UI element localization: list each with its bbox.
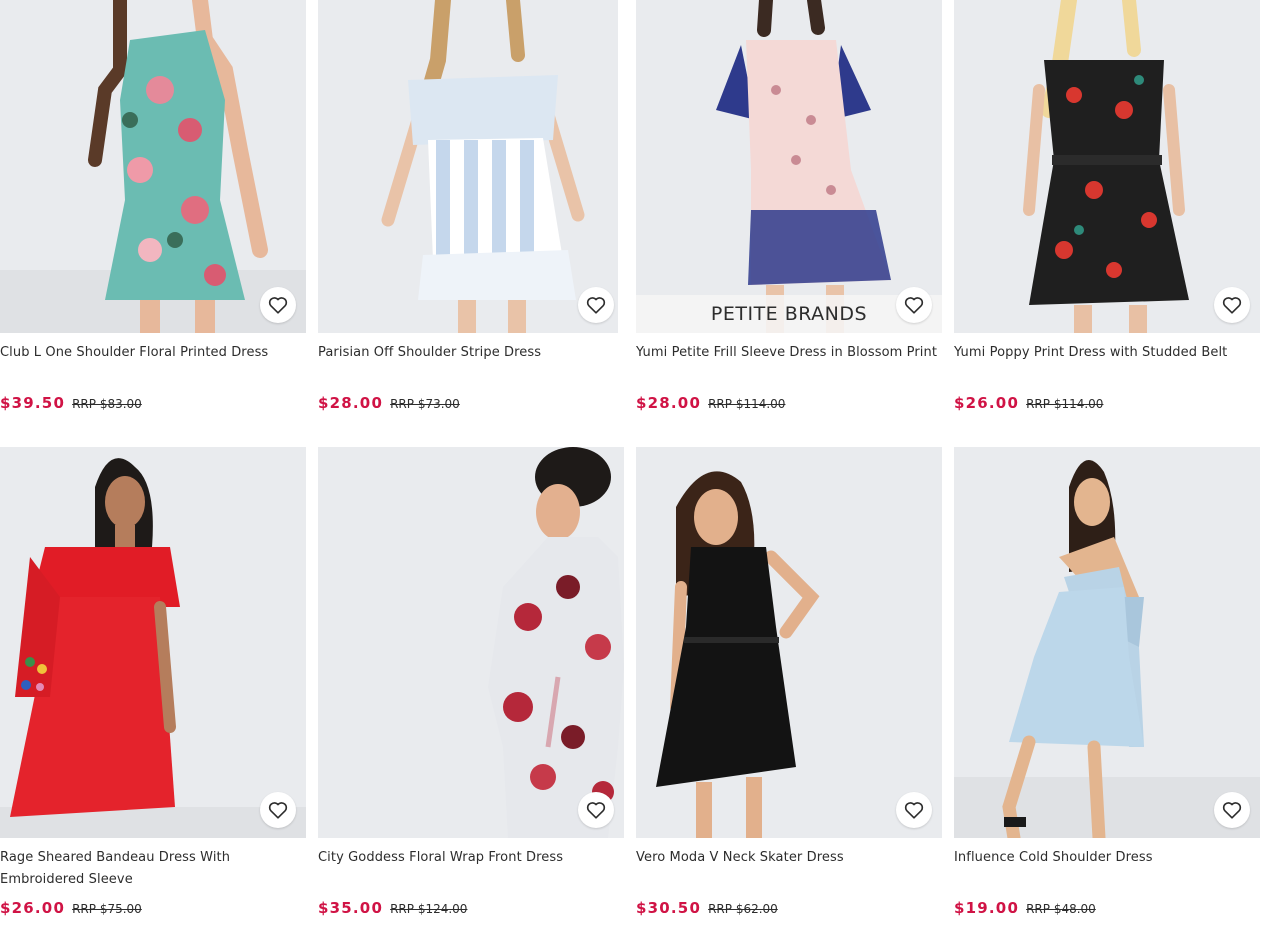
- sale-price: $19.00: [954, 899, 1020, 917]
- price-row: $26.00 RRP $114.00: [954, 394, 1103, 412]
- product-title[interactable]: City Goddess Floral Wrap Front Dress: [318, 847, 624, 893]
- product-title[interactable]: Club L One Shoulder Floral Printed Dress: [0, 342, 306, 388]
- sale-price: $39.50: [0, 394, 66, 412]
- save-for-later-button[interactable]: [260, 792, 296, 828]
- sale-price: $26.00: [954, 394, 1020, 412]
- product-card[interactable]: Club L One Shoulder Floral Printed Dress…: [0, 0, 306, 412]
- heart-outline-icon: [904, 802, 924, 819]
- rrp-price: RRP $114.00: [1026, 397, 1104, 411]
- save-for-later-button[interactable]: [1214, 287, 1250, 323]
- heart-outline-icon: [586, 297, 606, 314]
- sale-price: $26.00: [0, 899, 66, 917]
- product-card[interactable]: PETITE BRANDS Yumi Petite Frill Sleeve D…: [636, 0, 942, 412]
- product-card[interactable]: Influence Cold Shoulder Dress $19.00 RRP…: [954, 447, 1260, 917]
- product-image[interactable]: [954, 0, 1260, 333]
- rrp-price: RRP $62.00: [708, 902, 778, 916]
- sale-price: $35.00: [318, 899, 384, 917]
- product-image[interactable]: [318, 0, 624, 333]
- rrp-price: RRP $75.00: [72, 902, 142, 916]
- price-row: $26.00 RRP $75.00: [0, 899, 142, 917]
- product-image[interactable]: [636, 447, 942, 838]
- save-for-later-button[interactable]: [1214, 792, 1250, 828]
- price-row: $19.00 RRP $48.00: [954, 899, 1096, 917]
- price-row: $39.50 RRP $83.00: [0, 394, 142, 412]
- price-row: $30.50 RRP $62.00: [636, 899, 778, 917]
- product-title[interactable]: Yumi Poppy Print Dress with Studded Belt: [954, 342, 1260, 388]
- product-card[interactable]: Vero Moda V Neck Skater Dress $30.50 RRP…: [636, 447, 942, 917]
- sale-price: $30.50: [636, 899, 702, 917]
- heart-outline-icon: [1222, 297, 1242, 314]
- product-title[interactable]: Rage Sheared Bandeau Dress With Embroide…: [0, 847, 306, 893]
- save-for-later-button[interactable]: [578, 792, 614, 828]
- product-image[interactable]: [318, 447, 624, 838]
- product-image[interactable]: [0, 0, 306, 333]
- product-title[interactable]: Yumi Petite Frill Sleeve Dress in Blosso…: [636, 342, 942, 388]
- rrp-price: RRP $124.00: [390, 902, 468, 916]
- product-title[interactable]: Influence Cold Shoulder Dress: [954, 847, 1260, 893]
- price-row: $28.00 RRP $114.00: [636, 394, 785, 412]
- product-image[interactable]: [954, 447, 1260, 838]
- product-card[interactable]: Yumi Poppy Print Dress with Studded Belt…: [954, 0, 1260, 412]
- heart-outline-icon: [1222, 802, 1242, 819]
- product-card[interactable]: City Goddess Floral Wrap Front Dress $35…: [318, 447, 624, 917]
- save-for-later-button[interactable]: [896, 287, 932, 323]
- save-for-later-button[interactable]: [578, 287, 614, 323]
- rrp-price: RRP $114.00: [708, 397, 786, 411]
- product-image[interactable]: PETITE BRANDS: [636, 0, 942, 333]
- heart-outline-icon: [586, 802, 606, 819]
- rrp-price: RRP $48.00: [1026, 902, 1096, 916]
- product-grid: Club L One Shoulder Floral Printed Dress…: [0, 0, 1261, 930]
- heart-outline-icon: [268, 297, 288, 314]
- product-title[interactable]: Vero Moda V Neck Skater Dress: [636, 847, 942, 893]
- product-card[interactable]: Rage Sheared Bandeau Dress With Embroide…: [0, 447, 306, 917]
- sale-price: $28.00: [636, 394, 702, 412]
- heart-outline-icon: [904, 297, 924, 314]
- price-row: $28.00 RRP $73.00: [318, 394, 460, 412]
- rrp-price: RRP $83.00: [72, 397, 142, 411]
- save-for-later-button[interactable]: [260, 287, 296, 323]
- price-row: $35.00 RRP $124.00: [318, 899, 467, 917]
- sale-price: $28.00: [318, 394, 384, 412]
- product-title[interactable]: Parisian Off Shoulder Stripe Dress: [318, 342, 624, 388]
- product-card[interactable]: Parisian Off Shoulder Stripe Dress $28.0…: [318, 0, 624, 412]
- product-image[interactable]: [0, 447, 306, 838]
- save-for-later-button[interactable]: [896, 792, 932, 828]
- heart-outline-icon: [268, 802, 288, 819]
- rrp-price: RRP $73.00: [390, 397, 460, 411]
